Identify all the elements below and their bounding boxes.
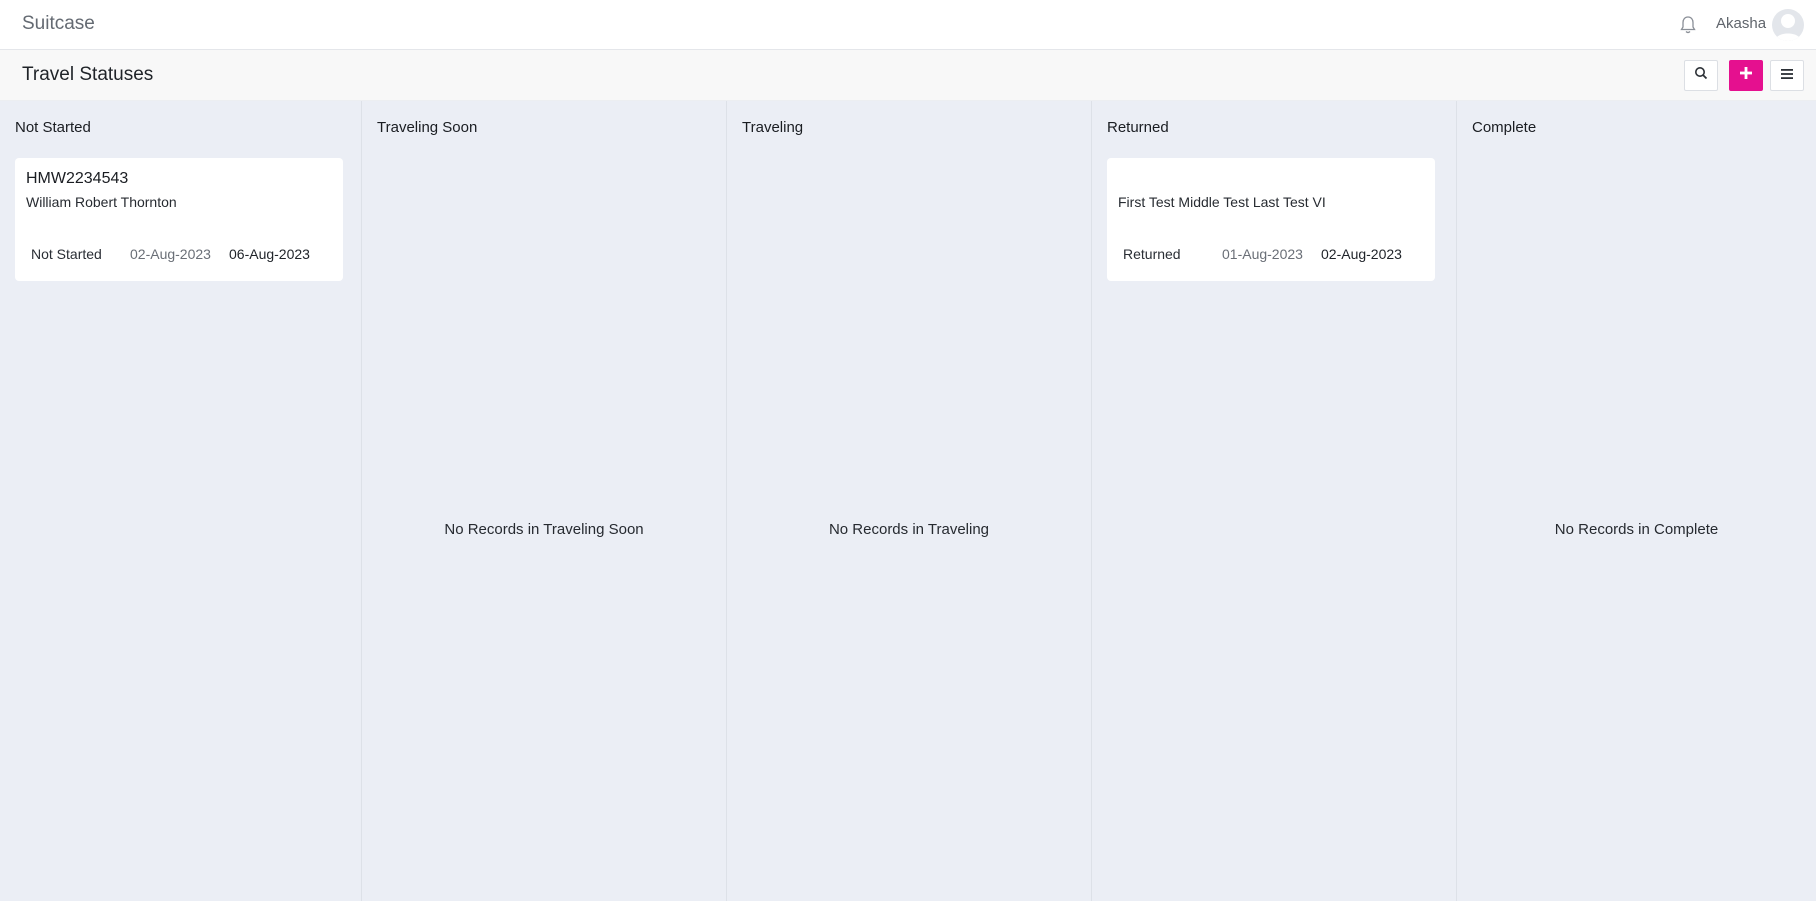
plus-icon [1739, 66, 1753, 85]
card-start-date: 01-Aug-2023 [1222, 246, 1303, 262]
card-end-date: 06-Aug-2023 [229, 246, 310, 262]
column-title: Not Started [15, 119, 91, 136]
search-button[interactable] [1684, 60, 1718, 91]
column-traveling-soon: Traveling Soon No Records in Traveling S… [362, 101, 727, 901]
card-start-date: 02-Aug-2023 [130, 246, 211, 262]
column-complete: Complete No Records in Complete [1457, 101, 1816, 901]
column-title: Returned [1107, 119, 1169, 136]
avatar[interactable] [1772, 9, 1804, 41]
column-not-started: Not Started HMW2234543 William Robert Th… [0, 101, 362, 901]
app-title[interactable]: Suitcase [22, 13, 95, 35]
column-title: Complete [1472, 119, 1537, 136]
kanban-board: Not Started HMW2234543 William Robert Th… [0, 101, 1816, 901]
travel-card[interactable]: HMW2234543 William Robert Thornton Not S… [15, 158, 343, 281]
page-title: Travel Statuses [22, 64, 154, 85]
card-code: HMW2234543 [26, 170, 129, 187]
column-title: Traveling [742, 119, 804, 136]
empty-message: No Records in Traveling [828, 521, 990, 538]
bell-icon[interactable] [1678, 14, 1698, 36]
empty-message: No Records in Complete [1554, 521, 1719, 538]
column-traveling: Traveling No Records in Traveling [727, 101, 1092, 901]
menu-button[interactable] [1770, 60, 1804, 91]
page-header: Travel Statuses [0, 50, 1816, 101]
card-traveler-name: William Robert Thornton [26, 194, 177, 210]
hamburger-icon [1780, 67, 1794, 85]
user-name[interactable]: Akasha [1716, 15, 1766, 32]
column-title: Traveling Soon [377, 119, 478, 136]
card-status: Returned [1123, 246, 1181, 262]
search-icon [1694, 66, 1708, 85]
card-status: Not Started [31, 246, 102, 262]
travel-card[interactable]: First Test Middle Test Last Test VI Retu… [1107, 158, 1435, 281]
top-bar: Suitcase Akasha [0, 0, 1816, 50]
card-end-date: 02-Aug-2023 [1321, 246, 1402, 262]
add-button[interactable] [1729, 60, 1763, 91]
empty-message: No Records in Traveling Soon [444, 521, 644, 538]
column-returned: Returned First Test Middle Test Last Tes… [1092, 101, 1457, 901]
card-traveler-name: First Test Middle Test Last Test VI [1118, 194, 1326, 210]
